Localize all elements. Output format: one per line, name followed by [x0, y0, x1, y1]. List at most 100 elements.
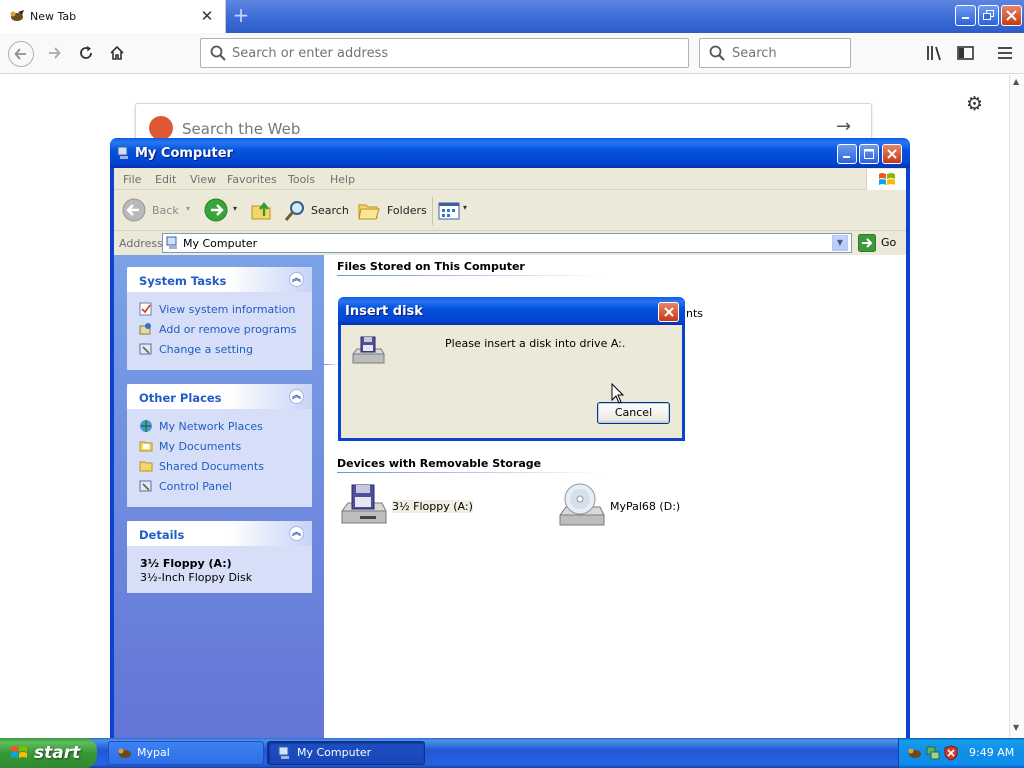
chevron-down-icon: ▾	[233, 204, 238, 213]
duckduckgo-logo	[149, 116, 173, 140]
network-tray-icon[interactable]	[925, 745, 941, 761]
address-input[interactable]: My Computer ▼	[162, 233, 852, 253]
place-label: My Network Places	[159, 420, 263, 433]
network-places-icon	[140, 420, 152, 432]
place-my-network-places[interactable]: My Network Places	[139, 419, 263, 433]
mypal-tray-icon[interactable]	[907, 745, 923, 761]
menu-favorites[interactable]: Favorites	[227, 173, 277, 186]
window-title: My Computer	[135, 146, 233, 161]
taskbar-button-label: My Computer	[297, 746, 372, 759]
shared-documents-partial-label: nts	[686, 307, 704, 320]
collapse-chevron-icon[interactable]: ︽	[289, 272, 304, 287]
minimize-button[interactable]	[955, 5, 976, 26]
collapse-chevron-icon[interactable]: ︽	[289, 526, 304, 541]
task-add-remove-programs[interactable]: Add or remove programs	[139, 322, 297, 336]
details-item-desc: 3½-Inch Floppy Disk	[140, 571, 253, 584]
window-title-bar[interactable]: My Computer	[110, 138, 910, 168]
task-change-setting[interactable]: Change a setting	[139, 342, 253, 356]
cd-drive-label: MyPal68 (D:)	[610, 500, 681, 513]
mypal-tab-icon	[10, 10, 24, 21]
up-folder-button[interactable]	[249, 197, 275, 225]
chevron-down-icon: ▼	[836, 238, 844, 247]
taskbar-button-label: Mypal	[137, 746, 170, 759]
toolbar-divider	[432, 197, 433, 225]
menu-view[interactable]: View	[190, 173, 216, 186]
address-label: Address	[119, 237, 163, 250]
collapse-chevron-icon[interactable]: ︽	[289, 389, 304, 404]
back-button[interactable]	[8, 41, 34, 67]
close-window-button[interactable]	[882, 144, 902, 164]
sidebar-button[interactable]	[954, 41, 978, 65]
other-places-header[interactable]: Other Places ︽	[127, 384, 312, 409]
maximize-button[interactable]	[859, 144, 879, 164]
cd-drive-icon	[559, 483, 605, 526]
minimize-button[interactable]	[837, 144, 857, 164]
tab-close-icon[interactable]: ✕	[199, 7, 215, 25]
start-button[interactable]: start	[0, 738, 97, 768]
forward-button[interactable]: ▾	[204, 197, 244, 225]
task-label: Change a setting	[159, 343, 253, 356]
scroll-up-icon[interactable]: ▲	[1013, 77, 1019, 86]
reload-button[interactable]	[74, 41, 98, 65]
close-window-button[interactable]	[1001, 5, 1022, 26]
task-view-system-info[interactable]: View system information	[139, 302, 295, 316]
menu-button[interactable]	[993, 41, 1017, 65]
section-divider	[337, 275, 602, 276]
documents-folder-icon	[139, 441, 153, 452]
maximize-icon	[864, 149, 874, 159]
address-dropdown-button[interactable]: ▼	[832, 235, 848, 251]
control-panel-icon	[139, 343, 152, 355]
cancel-button[interactable]: Cancel	[597, 402, 670, 424]
dialog-close-button[interactable]	[658, 302, 679, 322]
floppy-drive-item[interactable]: 3½ Floppy (A:)	[338, 483, 478, 533]
views-icon	[438, 202, 460, 220]
home-icon	[110, 45, 124, 60]
sidebar-icon	[957, 46, 974, 60]
close-icon	[1006, 10, 1017, 21]
windows-flag-icon	[879, 173, 895, 185]
shared-folder-icon	[139, 461, 153, 472]
place-my-documents[interactable]: My Documents	[139, 439, 241, 453]
taskbar-button-mypal[interactable]: Mypal	[108, 741, 264, 765]
taskbar-button-my-computer[interactable]: My Computer	[267, 741, 425, 765]
menu-edit[interactable]: Edit	[155, 173, 176, 186]
menu-help[interactable]: Help	[330, 173, 355, 186]
control-panel-icon	[139, 480, 152, 492]
security-shield-icon[interactable]	[943, 745, 959, 761]
search-button[interactable]: Search	[281, 197, 349, 225]
dialog-title-bar[interactable]: Insert disk	[338, 297, 685, 325]
browser-tab[interactable]: New Tab ✕	[0, 0, 226, 33]
restore-button[interactable]	[978, 5, 999, 26]
mouse-cursor-icon	[611, 383, 625, 404]
gear-icon[interactable]: ⚙	[966, 93, 983, 115]
views-button[interactable]: ▾	[437, 199, 473, 223]
search-bar[interactable]: Search	[699, 38, 851, 68]
back-label: Back	[152, 204, 179, 217]
back-arrow-icon	[122, 198, 146, 222]
cd-drive-item[interactable]: MyPal68 (D:)	[556, 483, 696, 533]
scroll-down-icon[interactable]: ▼	[1013, 723, 1019, 732]
library-button[interactable]	[923, 41, 947, 65]
home-button[interactable]	[105, 41, 129, 65]
go-button[interactable]: Go	[855, 232, 903, 254]
menu-tools[interactable]: Tools	[288, 173, 315, 186]
page-scrollbar[interactable]: ▲ ▼	[1009, 75, 1024, 738]
place-control-panel[interactable]: Control Panel	[139, 479, 232, 493]
minimize-icon	[961, 17, 969, 19]
start-label: start	[34, 743, 81, 763]
place-shared-documents[interactable]: Shared Documents	[139, 459, 264, 473]
search-icon	[210, 45, 226, 61]
folders-button[interactable]: Folders	[355, 197, 427, 225]
search-go-arrow-icon[interactable]: →	[836, 116, 851, 137]
toolbar: Back ▾ ▾ Search Folders ▾	[114, 191, 906, 231]
details-header[interactable]: Details ︽	[127, 521, 312, 546]
back-button[interactable]: Back ▾	[120, 197, 200, 225]
forward-button[interactable]	[42, 41, 66, 65]
system-tasks-header[interactable]: System Tasks ︽	[127, 267, 312, 292]
task-label: View system information	[159, 303, 296, 316]
new-tab-button[interactable]: +	[230, 4, 252, 28]
menu-file[interactable]: File	[123, 173, 141, 186]
tray-clock: 9:49 AM	[969, 746, 1015, 759]
url-bar[interactable]: Search or enter address	[200, 38, 689, 68]
chevron-down-icon: ▾	[186, 204, 191, 213]
